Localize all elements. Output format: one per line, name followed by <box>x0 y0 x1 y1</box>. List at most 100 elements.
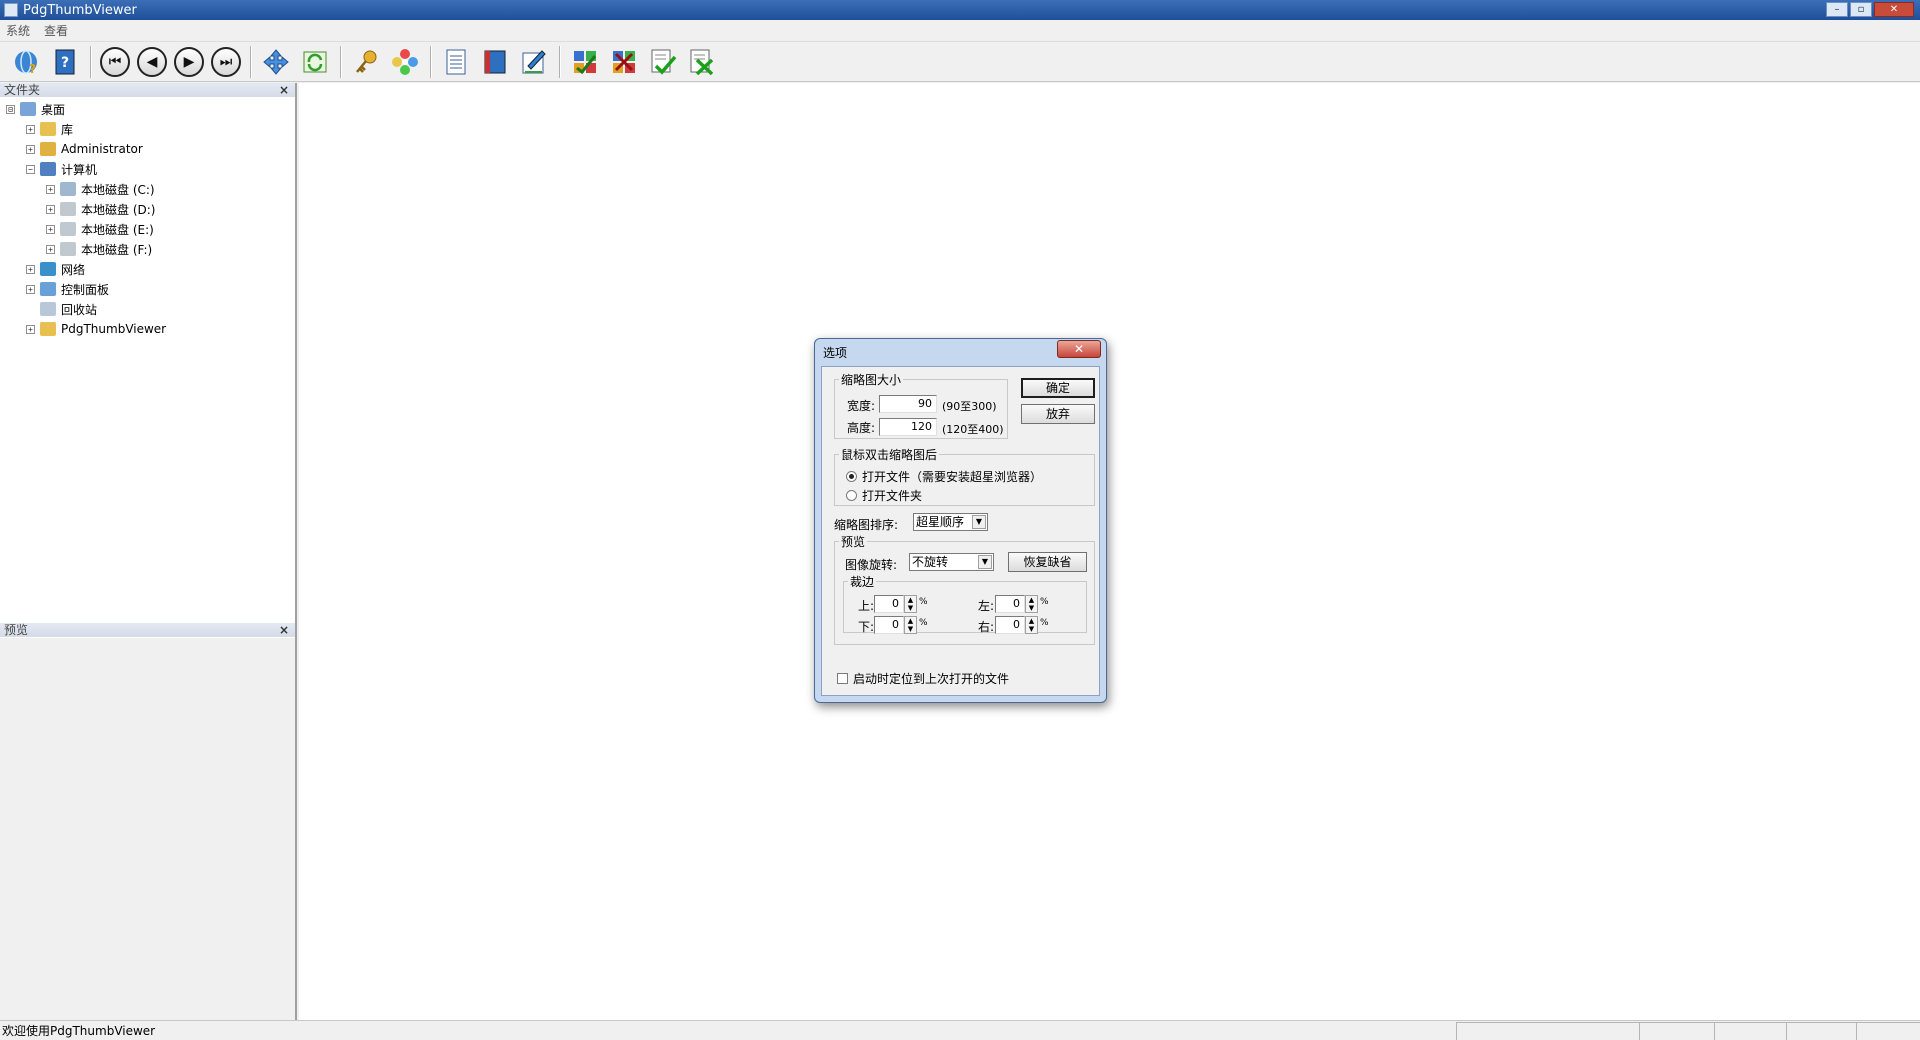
crop-left-unit: % <box>1040 597 1049 607</box>
chevron-down-icon: ▼ <box>978 555 992 569</box>
tree-expander-icon[interactable]: + <box>46 224 55 234</box>
tree-expander-icon[interactable]: + <box>46 244 55 254</box>
startup-checkbox-label: 启动时定位到上次打开的文件 <box>853 672 1010 686</box>
tree-item-administrator[interactable]: + Administrator <box>4 139 295 159</box>
open-folder-radio[interactable] <box>846 490 857 501</box>
crop-top-input[interactable]: 0 <box>874 595 904 613</box>
rotate-label: 图像旋转: <box>845 558 898 572</box>
tree-item-label: PdgThumbViewer <box>61 322 167 336</box>
tree-item-recycle-bin[interactable]: 回收站 <box>4 299 295 319</box>
tree-expander-icon[interactable]: + <box>46 184 55 194</box>
tree-item-drive-e[interactable]: + 本地磁盘 (E:) <box>4 219 295 239</box>
crop-right-spinner[interactable]: ▲ ▼ <box>1025 616 1038 634</box>
tree-item-drive-d[interactable]: + 本地磁盘 (D:) <box>4 199 295 219</box>
recycle-bin-icon <box>40 302 56 316</box>
tree-item-label: 回收站 <box>61 302 98 317</box>
menu-system[interactable]: 系统 <box>6 22 30 39</box>
list-icon[interactable] <box>440 46 472 78</box>
tree-expander-icon[interactable]: + <box>26 324 35 334</box>
cross-list-icon[interactable] <box>686 46 718 78</box>
tree-item-label: 本地磁盘 (D:) <box>81 202 156 217</box>
tree-expander-icon <box>26 305 35 314</box>
crop-bottom-input[interactable]: 0 <box>874 616 904 634</box>
preview-panel-title: 预览 <box>4 623 29 637</box>
preview-panel-close-icon[interactable]: × <box>279 623 289 637</box>
maximize-button[interactable]: ▫ <box>1850 2 1872 17</box>
thumbnail-area[interactable] <box>299 83 1920 1020</box>
crop-right-label: 右: <box>978 620 995 634</box>
status-cell <box>1856 1021 1920 1040</box>
control-panel-icon <box>40 282 56 296</box>
tree-item-desktop[interactable]: ⊟ 桌面 <box>4 99 295 119</box>
sort-select[interactable]: 超星顺序 ▼ <box>913 513 988 531</box>
status-cell <box>1456 1021 1639 1040</box>
rotate-select[interactable]: 不旋转 ▼ <box>909 553 994 571</box>
tree-expander-icon[interactable]: − <box>26 164 35 174</box>
edit-icon[interactable] <box>518 46 550 78</box>
drive-icon <box>60 202 76 216</box>
crop-top-spinner[interactable]: ▲ ▼ <box>904 595 917 613</box>
crop-left-label: 左: <box>978 599 995 613</box>
dblclick-legend: 鼠标双击缩略图后 <box>841 448 938 462</box>
dialog-close-button[interactable]: ✕ <box>1057 340 1101 358</box>
height-input[interactable]: 120 <box>879 418 937 436</box>
crop-right-input[interactable]: 0 <box>995 616 1025 634</box>
flower-icon[interactable] <box>389 46 421 78</box>
crop-left-input[interactable]: 0 <box>995 595 1025 613</box>
crop-bottom-label: 下: <box>858 620 875 634</box>
menu-view[interactable]: 查看 <box>44 22 68 39</box>
tree-item-drive-f[interactable]: + 本地磁盘 (F:) <box>4 239 295 259</box>
crop-left-spinner[interactable]: ▲ ▼ <box>1025 595 1038 613</box>
tree-expander-icon[interactable]: + <box>46 204 55 214</box>
width-range-label: (90至300) <box>942 400 997 413</box>
last-page-icon[interactable]: ⏭ <box>211 46 241 77</box>
tree-item-library[interactable]: + 库 <box>4 119 295 139</box>
book-icon[interactable] <box>479 46 511 78</box>
tree-expander-icon[interactable]: + <box>26 144 35 154</box>
cancel-button[interactable]: 放弃 <box>1021 404 1095 424</box>
prev-page-icon[interactable]: ◀ <box>137 46 167 77</box>
folder-tree: ⊟ 桌面 + 库 + Administrator − 计算机 + 本地磁盘 (C… <box>0 97 295 617</box>
tree-item-network[interactable]: + 网络 <box>4 259 295 279</box>
status-cell <box>1786 1021 1856 1040</box>
library-icon <box>40 122 56 136</box>
width-input[interactable]: 90 <box>879 395 937 413</box>
svg-text:?: ? <box>61 55 69 71</box>
minimize-button[interactable]: – <box>1826 2 1848 17</box>
tree-expander-icon[interactable]: + <box>26 284 35 294</box>
title-bar: PdgThumbViewer – ▫ ✕ <box>0 0 1920 20</box>
crop-bottom-spinner[interactable]: ▲ ▼ <box>904 616 917 634</box>
sort-select-value: 超星顺序 <box>916 515 965 529</box>
next-page-icon[interactable]: ▶ <box>174 46 204 77</box>
puzzle-add-icon[interactable] <box>569 46 601 78</box>
network-icon <box>40 262 56 276</box>
rotate-select-value: 不旋转 <box>912 555 949 569</box>
first-page-icon[interactable]: ⏮ <box>100 46 130 77</box>
preview-panel-header: 预览 × <box>0 623 295 637</box>
tree-item-pdgthumbviewer[interactable]: + PdgThumbViewer <box>4 319 295 339</box>
folder-panel-close-icon[interactable]: × <box>279 83 289 97</box>
help-book-icon[interactable]: ? <box>49 46 81 78</box>
tree-item-label: 计算机 <box>61 162 98 177</box>
tree-item-computer[interactable]: − 计算机 <box>4 159 295 179</box>
tree-expander-icon[interactable]: + <box>26 124 35 134</box>
refresh-icon[interactable] <box>299 46 331 78</box>
key-icon[interactable] <box>350 46 382 78</box>
ok-button[interactable]: 确定 <box>1021 378 1095 398</box>
height-label: 高度: <box>847 421 876 435</box>
left-panel: 文件夹 × ⊟ 桌面 + 库 + Administrator − 计算机 + 本… <box>0 83 297 1020</box>
move-icon[interactable] <box>260 46 292 78</box>
restore-defaults-button[interactable]: 恢复缺省 <box>1008 552 1087 572</box>
check-list-icon[interactable] <box>647 46 679 78</box>
close-window-button[interactable]: ✕ <box>1874 2 1914 17</box>
tree-item-label: 桌面 <box>41 102 66 117</box>
open-file-radio[interactable] <box>846 471 857 482</box>
puzzle-remove-icon[interactable] <box>608 46 640 78</box>
startup-checkbox[interactable] <box>837 673 848 684</box>
help-globe-icon[interactable]: ? <box>10 46 42 78</box>
tree-expander-icon[interactable]: ⊟ <box>6 104 15 114</box>
tree-expander-icon[interactable]: + <box>26 264 35 274</box>
tree-item-control-panel[interactable]: + 控制面板 <box>4 279 295 299</box>
thumb-size-legend: 缩略图大小 <box>841 373 902 387</box>
tree-item-drive-c[interactable]: + 本地磁盘 (C:) <box>4 179 295 199</box>
